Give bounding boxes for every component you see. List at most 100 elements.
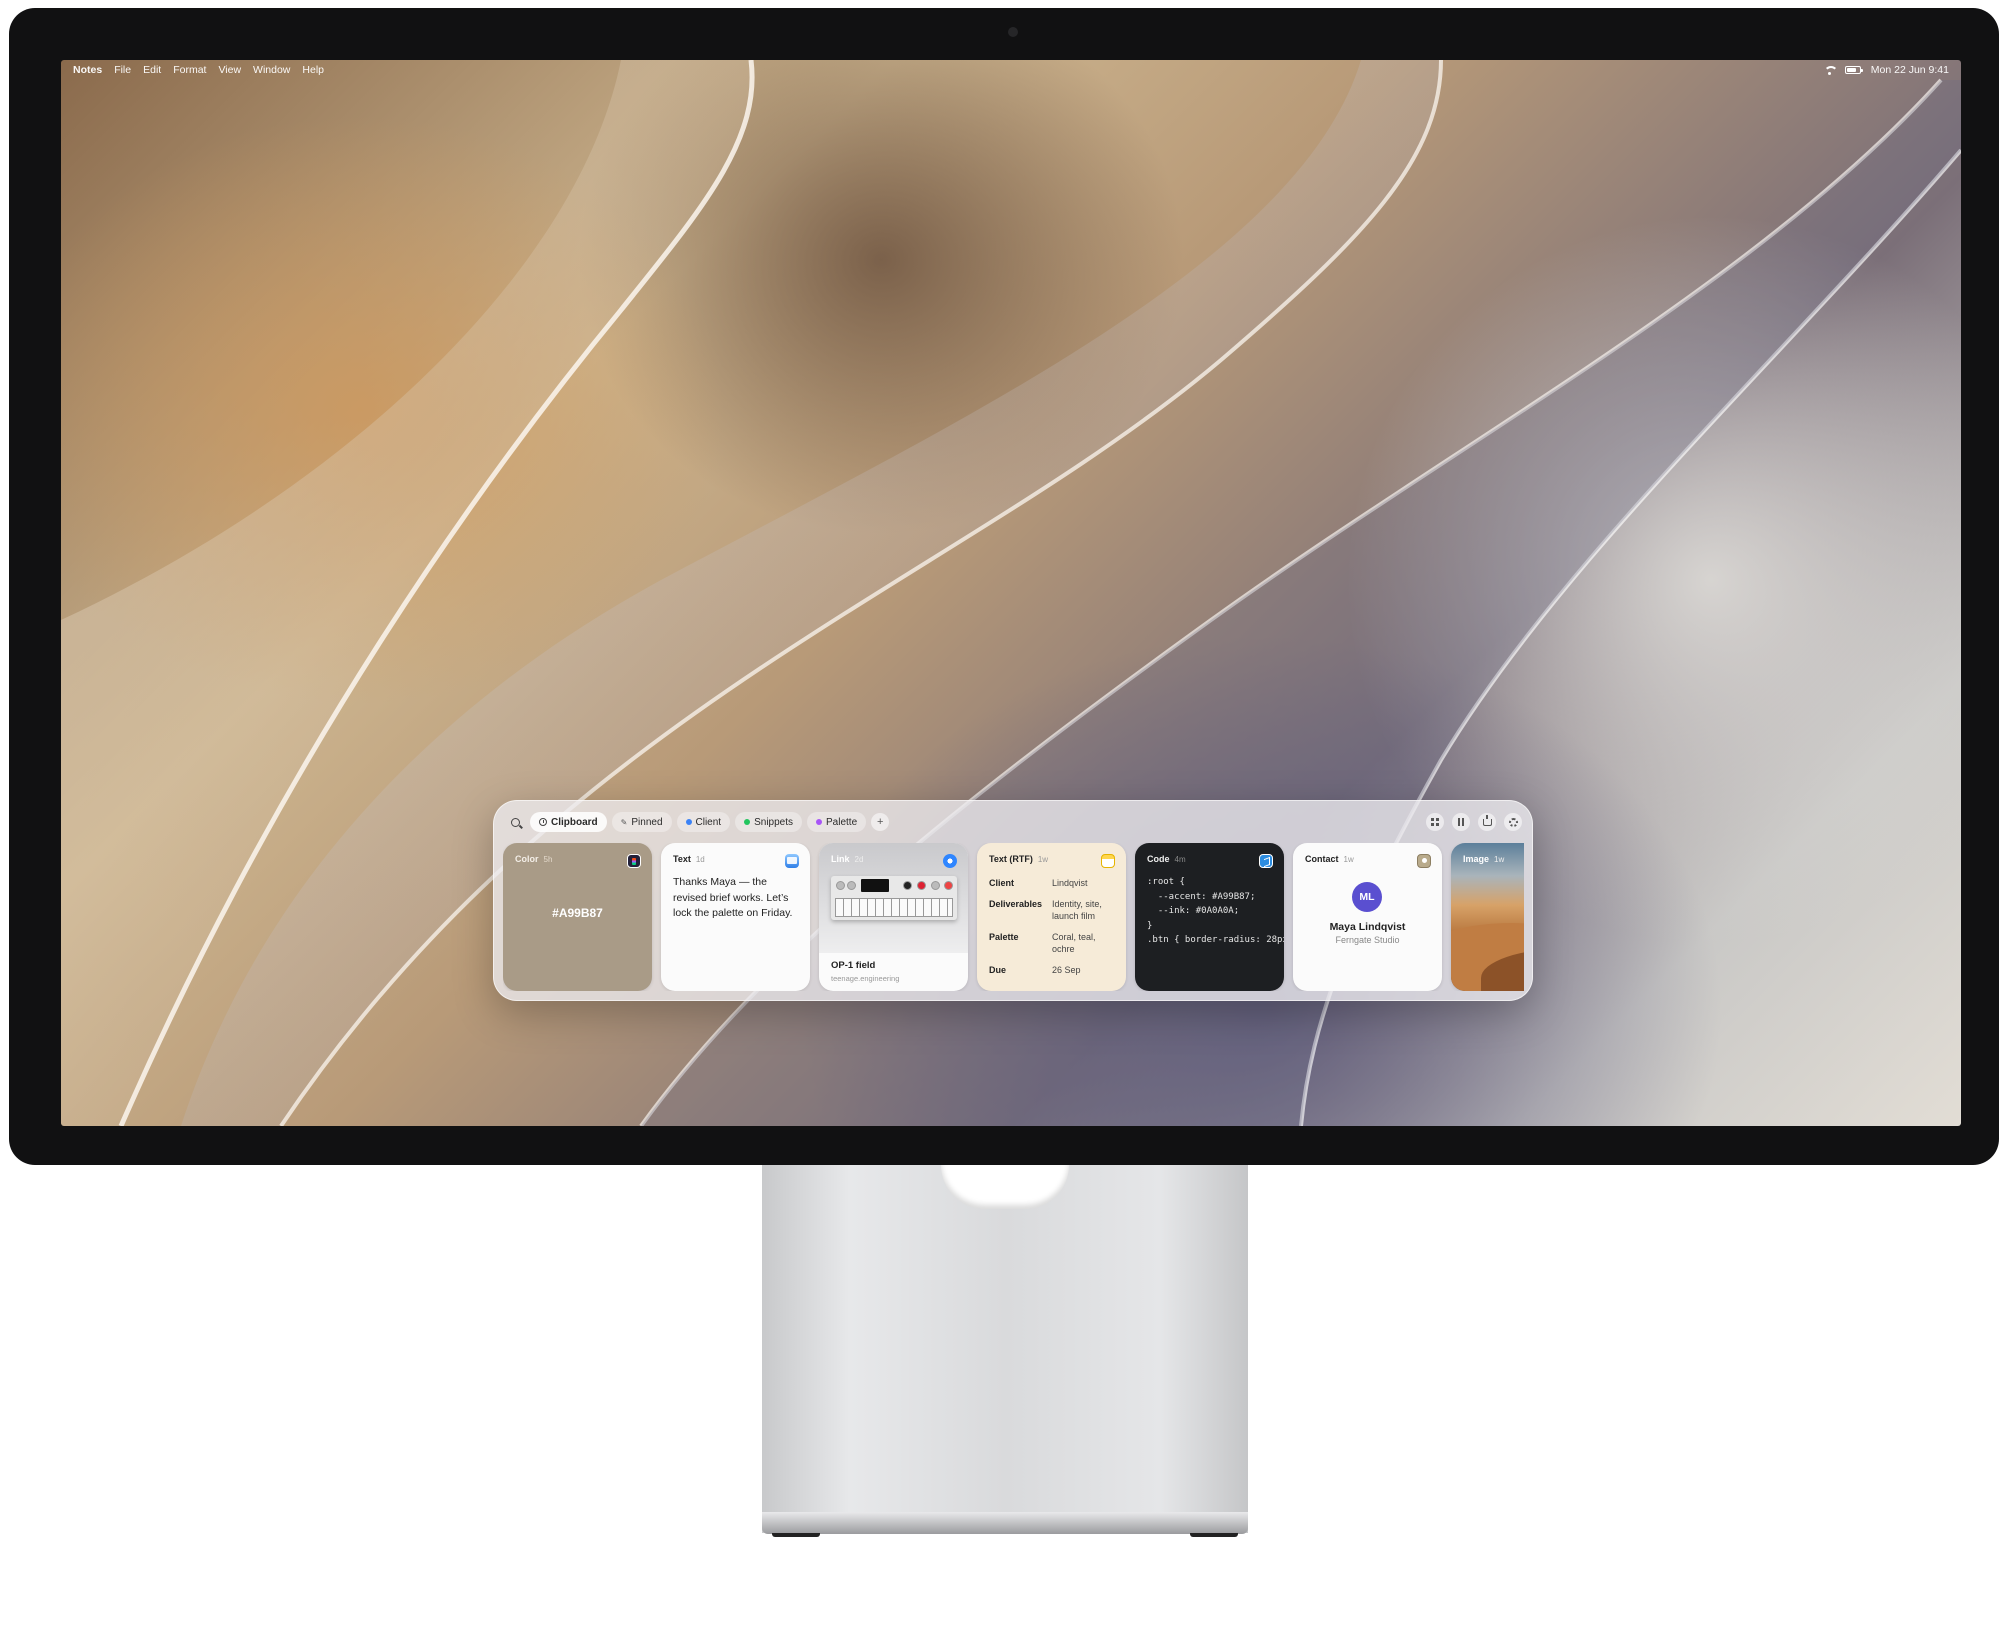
code-snippet: :root { --accent: #A99B87; --ink: #0A0A0… <box>1147 877 1284 945</box>
tab-label: Client <box>695 816 722 828</box>
card-type: Link <box>831 854 850 864</box>
menu-edit[interactable]: Edit <box>143 64 161 76</box>
figma-icon <box>627 854 641 868</box>
contact-org: Ferngate Studio <box>1335 935 1400 945</box>
menu-help[interactable]: Help <box>302 64 324 76</box>
monitor-stand <box>762 1165 1248 1533</box>
wifi-icon[interactable] <box>1823 65 1838 75</box>
synthesizer-image <box>831 876 957 920</box>
card-type: Text <box>673 854 691 864</box>
notes-icon <box>1101 854 1115 868</box>
settings-button[interactable] <box>1504 813 1522 831</box>
tab-clipboard[interactable]: Clipboard <box>530 812 607 832</box>
rtf-value: Identity, site, launch film <box>1052 899 1102 921</box>
menu-format[interactable]: Format <box>173 64 206 76</box>
clip-card-link[interactable]: Link 2d OP-1 field teenage.engineering <box>819 843 968 991</box>
stand-foot <box>772 1533 820 1537</box>
knob-icon <box>944 881 953 890</box>
tray-icon <box>1482 814 1492 826</box>
card-age: 4m <box>1174 854 1186 864</box>
rtf-value: Coral, teal, ochre <box>1052 932 1096 954</box>
finder-icon <box>785 854 799 868</box>
card-header: Link 2d <box>831 854 958 864</box>
card-type: Code <box>1147 854 1170 864</box>
rtf-key: Palette <box>989 932 1019 942</box>
card-header: Code 4m <box>1147 854 1274 864</box>
knob-icon <box>903 881 912 890</box>
tab-snippets[interactable]: Snippets <box>735 812 803 832</box>
pause-button[interactable] <box>1452 813 1470 831</box>
knob-icon <box>836 881 845 890</box>
menu-window[interactable]: Window <box>253 64 290 76</box>
tab-palette[interactable]: Palette <box>807 812 867 832</box>
tray-button[interactable] <box>1478 813 1496 831</box>
tab-pinned[interactable]: ✎ Pinned <box>611 812 672 832</box>
menu-view[interactable]: View <box>218 64 241 76</box>
menu-file[interactable]: File <box>114 64 131 76</box>
search-button[interactable] <box>504 811 526 833</box>
clipboard-toolbar: Clipboard ✎ Pinned Client Snippets Palet… <box>504 811 1522 833</box>
vscode-icon <box>1259 854 1273 868</box>
clipboard-panel: Clipboard ✎ Pinned Client Snippets Palet… <box>493 800 1533 1001</box>
knob-icon <box>847 881 856 890</box>
clip-card-image[interactable]: Image 1w <box>1451 843 1524 991</box>
clip-card-contact[interactable]: Contact 1w ML Maya Lindqvist Ferngate St… <box>1293 843 1442 991</box>
tab-client[interactable]: Client <box>676 812 731 832</box>
monitor-bezel: Notes File Edit Format View Window Help … <box>9 8 1999 1165</box>
safari-icon <box>943 854 957 868</box>
gear-icon <box>1508 817 1518 827</box>
knob-icon <box>931 881 940 890</box>
clip-card-color[interactable]: Color 5h #A99B87 <box>503 843 652 991</box>
battery-icon[interactable] <box>1844 66 1863 74</box>
menu-bar: Notes File Edit Format View Window Help … <box>61 60 1961 80</box>
menu-app-name[interactable]: Notes <box>73 64 102 76</box>
card-type: Contact <box>1305 854 1339 864</box>
tab-label: Pinned <box>631 816 663 828</box>
menu-clock[interactable]: Mon 22 Jun 9:41 <box>1871 64 1949 76</box>
card-header: Contact 1w <box>1305 854 1432 864</box>
palette-dot-icon <box>816 819 823 825</box>
tab-label: Clipboard <box>551 816 598 828</box>
rtf-key: Due <box>989 965 1007 975</box>
link-info: OP-1 field teenage.engineering <box>831 960 958 983</box>
tab-label: Palette <box>826 816 858 828</box>
clock-icon <box>539 818 547 826</box>
card-header: Text (RTF) 1w <box>989 854 1116 864</box>
client-dot-icon <box>685 819 692 825</box>
rtf-key: Deliverables <box>989 899 1043 909</box>
text-snippet: Thanks Maya — the revised brief works. L… <box>673 876 793 919</box>
knob-icon <box>917 881 926 890</box>
device-keys <box>835 898 953 917</box>
link-domain: teenage.engineering <box>831 974 900 983</box>
add-list-button[interactable]: + <box>871 813 890 831</box>
clip-card-text[interactable]: Text 1d Thanks Maya — the revised brief … <box>661 843 810 991</box>
avatar: ML <box>1352 882 1382 912</box>
search-icon <box>510 817 520 827</box>
clip-card-code[interactable]: Code 4m :root { --accent: #A99B87; --ink… <box>1135 843 1284 991</box>
toolbar-actions <box>1426 813 1522 831</box>
rtf-row: Deliverables Identity, site, launch film <box>989 898 1118 922</box>
menu-status-area: Mon 22 Jun 9:41 <box>1823 64 1949 76</box>
rtf-value: Lindqvist <box>1052 878 1088 888</box>
pin-icon: ✎ <box>620 817 628 827</box>
grid-icon <box>1431 818 1439 826</box>
card-age: 1w <box>1037 854 1049 864</box>
stand-foot <box>1190 1533 1238 1537</box>
rtf-row: Client Lindqvist <box>989 877 1118 889</box>
clip-card-list: Color 5h #A99B87 Text 1d Thanks Maya — t… <box>503 843 1524 991</box>
rtf-row: Due 26 Sep <box>989 964 1118 976</box>
grid-view-button[interactable] <box>1426 813 1444 831</box>
clip-card-rtf[interactable]: Text (RTF) 1w Client Lindqvist Deliverab… <box>977 843 1126 991</box>
rtf-key: Client <box>989 878 1015 888</box>
link-title: OP-1 field <box>831 960 876 971</box>
pause-icon <box>1458 818 1464 826</box>
card-header: Color 5h <box>515 854 642 864</box>
card-age: 5h <box>543 854 553 864</box>
card-age: 1w <box>1343 854 1354 864</box>
card-type: Text (RTF) <box>989 854 1033 864</box>
rtf-value: 26 Sep <box>1052 965 1081 975</box>
contact-name: Maya Lindqvist <box>1329 921 1406 933</box>
card-header: Image 1w <box>1463 854 1524 864</box>
card-header: Text 1d <box>673 854 800 864</box>
color-hex-value: #A99B87 <box>552 906 603 920</box>
